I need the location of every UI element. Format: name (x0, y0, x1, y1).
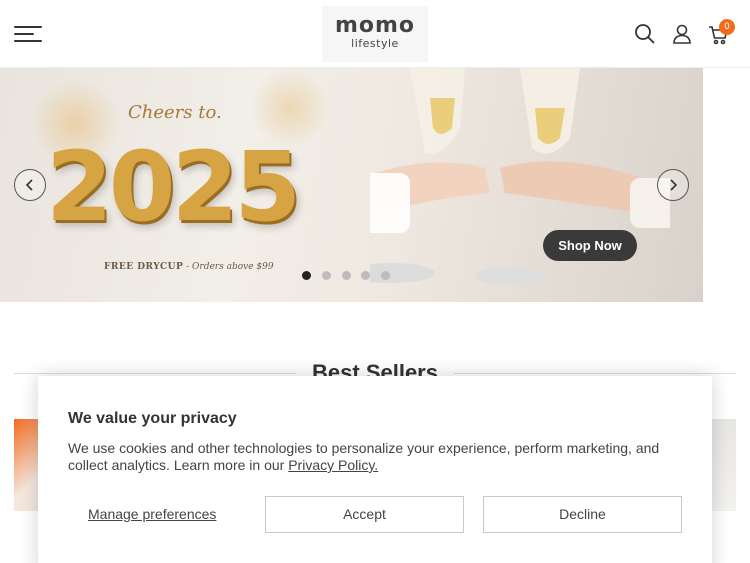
site-header: momo lifestyle 0 (0, 0, 750, 68)
hero-slider[interactable]: Cheers to. 2025 FREE DRYCUP - Orders abo… (0, 68, 703, 302)
promo-rest-text: - Orders above $99 (183, 262, 274, 272)
slider-dot[interactable] (321, 271, 331, 280)
chevron-left-icon[interactable] (14, 169, 46, 201)
accept-button[interactable]: Accept (265, 496, 464, 533)
manage-preferences-button[interactable]: Manage preferences (88, 506, 216, 522)
hero-headline-small: Cheers to. (128, 102, 222, 123)
slider-dot[interactable] (341, 271, 351, 280)
cookie-banner: We value your privacy We use cookies and… (38, 376, 712, 563)
search-icon[interactable] (633, 22, 657, 46)
menu-icon[interactable] (14, 26, 42, 42)
privacy-policy-link[interactable]: Privacy Policy. (288, 457, 378, 473)
page: momo lifestyle 0 Cheers to. 2025 FREE DR… (0, 0, 750, 563)
logo-sub-text: lifestyle (351, 37, 399, 50)
chevron-right-icon[interactable] (657, 169, 689, 201)
slider-dot[interactable] (361, 271, 371, 280)
logo-main-text: momo (334, 13, 416, 38)
hero-headline-year: 2025 (46, 131, 301, 243)
slider-dot[interactable] (381, 271, 390, 280)
champagne-toast-illustration (370, 68, 670, 285)
product-thumbnail[interactable] (712, 419, 736, 511)
cookie-text: We use cookies and other technologies to… (68, 440, 678, 474)
decline-button[interactable]: Decline (483, 496, 682, 533)
cookie-title: We value your privacy (68, 410, 237, 427)
product-thumbnail[interactable] (14, 419, 38, 511)
hero-promo-text: FREE DRYCUP - Orders above $99 (104, 262, 274, 272)
shop-now-button[interactable]: Shop Now (543, 230, 637, 261)
promo-bold-text: FREE DRYCUP (104, 262, 184, 272)
slider-dot[interactable] (302, 271, 311, 280)
cart-count-badge: 0 (719, 19, 735, 35)
site-logo[interactable]: momo lifestyle (322, 6, 428, 62)
user-icon[interactable] (670, 22, 694, 46)
